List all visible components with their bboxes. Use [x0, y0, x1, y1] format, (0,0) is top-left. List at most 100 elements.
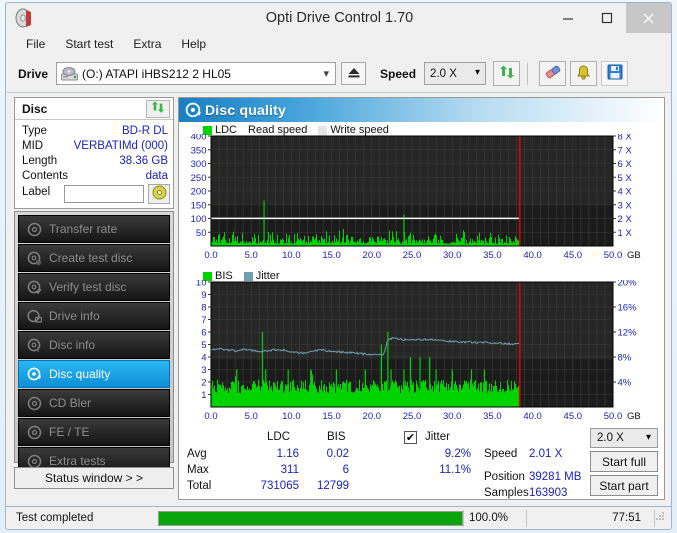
disc-icon — [24, 222, 45, 237]
position-label: Position — [484, 471, 525, 483]
svg-text:45.0: 45.0 — [564, 411, 583, 422]
disc-info-box: Disc Type BD-R DL MID VERBATIMd (000) Le… — [14, 97, 174, 209]
cell-bis-total: 12799 — [317, 480, 349, 492]
svg-text:GB: GB — [627, 411, 641, 422]
resize-grip[interactable] — [654, 511, 665, 525]
disc-write-icon — [24, 251, 45, 266]
cell-bis-avg: 0.02 — [326, 448, 349, 460]
svg-text:5 X: 5 X — [618, 173, 633, 184]
disc-info-header: Disc — [15, 98, 173, 120]
disc-info-icon: i — [24, 338, 45, 353]
chevron-down-icon: ▾ — [645, 432, 651, 443]
row-label-total: Total — [187, 480, 212, 492]
cell-ldc-avg: 1.16 — [276, 448, 299, 460]
disc-row-type: Type BD-R DL — [22, 125, 168, 140]
svg-text:10.0: 10.0 — [282, 411, 301, 422]
sidebar-item-disc-quality[interactable]: Disc quality — [18, 360, 170, 388]
svg-text:2 X: 2 X — [618, 214, 633, 225]
disc-quality-icon — [185, 102, 202, 122]
svg-text:16%: 16% — [618, 303, 638, 314]
sidebar-item-create-test-disc[interactable]: Create test disc — [18, 244, 170, 272]
maximize-button[interactable] — [587, 3, 626, 33]
ldc-chart: 50 100 150 200 250 300 350 400 1 X 2 X 3 X 4 X 5 X 6 … — [179, 132, 664, 264]
disc-row-mid: MID VERBATIMd (000) — [22, 140, 168, 155]
svg-text:15.0: 15.0 — [322, 250, 341, 261]
disc-refresh-button[interactable] — [146, 100, 170, 118]
svg-text:3 X: 3 X — [618, 200, 633, 211]
disc-value: 38.36 GB — [119, 155, 168, 167]
panel-header: Disc quality — [179, 98, 664, 122]
svg-text:350: 350 — [191, 145, 207, 156]
svg-text:35.0: 35.0 — [483, 250, 502, 261]
svg-text:100: 100 — [191, 214, 207, 225]
status-bar: Test completed 100.0% 77:51 — [5, 506, 672, 530]
disc-value: data — [145, 170, 168, 182]
sidebar-item-cd-bler[interactable]: CD Bler — [18, 389, 170, 417]
erase-button[interactable] — [539, 61, 567, 86]
svg-text:3: 3 — [201, 365, 206, 376]
sidebar-item-fe-te[interactable]: FE / TE — [18, 418, 170, 446]
svg-text:4%: 4% — [618, 378, 632, 389]
svg-text:2: 2 — [201, 378, 206, 389]
elapsed-time: 77:51 — [612, 512, 641, 524]
status-window-button[interactable]: Status window > > — [14, 467, 174, 489]
toolbar: Drive (O:) ATAPI iHBS212 2 HL05 ▾ Speed … — [5, 55, 672, 93]
svg-text:25.0: 25.0 — [403, 411, 422, 422]
disc-label-key: Label — [22, 186, 51, 198]
sidebar-item-verify-test-disc[interactable]: Verify test disc — [18, 273, 170, 301]
svg-text:25.0: 25.0 — [403, 250, 422, 261]
svg-text:40.0: 40.0 — [523, 250, 542, 261]
sidebar-item-label: Create test disc — [49, 251, 133, 265]
svg-text:20%: 20% — [618, 280, 638, 289]
svg-text:8 X: 8 X — [618, 134, 633, 143]
panel-title: Disc quality — [205, 102, 286, 118]
menu-item-start-test[interactable]: Start test — [55, 35, 123, 53]
disc-label-button[interactable] — [148, 184, 170, 204]
close-button[interactable] — [626, 3, 671, 33]
svg-text:400: 400 — [191, 134, 207, 143]
menu-item-extra[interactable]: Extra — [123, 35, 171, 53]
sidebar-item-drive-info[interactable]: Drive info — [18, 302, 170, 330]
svg-text:5: 5 — [201, 340, 206, 351]
disc-key: MID — [22, 140, 44, 152]
cell-bis-max: 6 — [342, 464, 349, 476]
eject-icon — [347, 66, 361, 82]
disc-quality-icon — [24, 367, 45, 382]
disc-row-contents: Contents data — [22, 170, 168, 185]
disc-label-input[interactable] — [64, 185, 144, 203]
position-value: 39281 MB — [529, 471, 582, 483]
jitter-checkbox[interactable]: ✔ — [404, 431, 417, 444]
save-button[interactable] — [601, 61, 629, 86]
disc-value: BD-R DL — [121, 125, 168, 137]
sidebar-item-label: Drive info — [49, 309, 100, 323]
speed-select-toolbar[interactable]: 2.0 X ▾ — [424, 62, 487, 85]
menu-item-help[interactable]: Help — [171, 35, 216, 53]
sidebar-nav: Transfer rate Create test disc Verify te… — [14, 211, 174, 475]
eject-button[interactable] — [341, 62, 367, 85]
svg-text:7 X: 7 X — [618, 145, 633, 156]
progress-percent: 100.0% — [469, 512, 509, 524]
refresh-button[interactable] — [493, 61, 521, 86]
start-part-button[interactable]: Start part — [590, 475, 658, 496]
sidebar-item-disc-info[interactable]: i Disc info — [18, 331, 170, 359]
svg-text:9: 9 — [201, 290, 206, 301]
minimize-button[interactable] — [548, 3, 587, 33]
drive-value: (O:) ATAPI iHBS212 2 HL05 — [82, 66, 231, 81]
bell-button[interactable] — [570, 61, 598, 86]
disc-value: VERBATIMd (000) — [73, 140, 168, 152]
svg-text:50.0: 50.0 — [604, 250, 623, 261]
speed-label: Speed — [380, 66, 417, 81]
speed-select-panel[interactable]: 2.0 X ▾ — [590, 428, 658, 448]
chevron-down-icon: ▾ — [475, 67, 481, 78]
sidebar-item-transfer-rate[interactable]: Transfer rate — [18, 215, 170, 243]
progress-bar-fill — [159, 512, 462, 525]
drive-select[interactable]: (O:) ATAPI iHBS212 2 HL05 ▾ — [56, 62, 337, 85]
row-label-max: Max — [187, 464, 209, 476]
disc-icon — [24, 396, 45, 411]
svg-text:8%: 8% — [618, 353, 632, 364]
menu-item-file[interactable]: File — [16, 35, 55, 53]
start-full-button[interactable]: Start full — [590, 451, 658, 472]
samples-value: 163903 — [529, 487, 568, 499]
check-icon: ✔ — [405, 432, 416, 444]
svg-text:4: 4 — [201, 353, 206, 364]
